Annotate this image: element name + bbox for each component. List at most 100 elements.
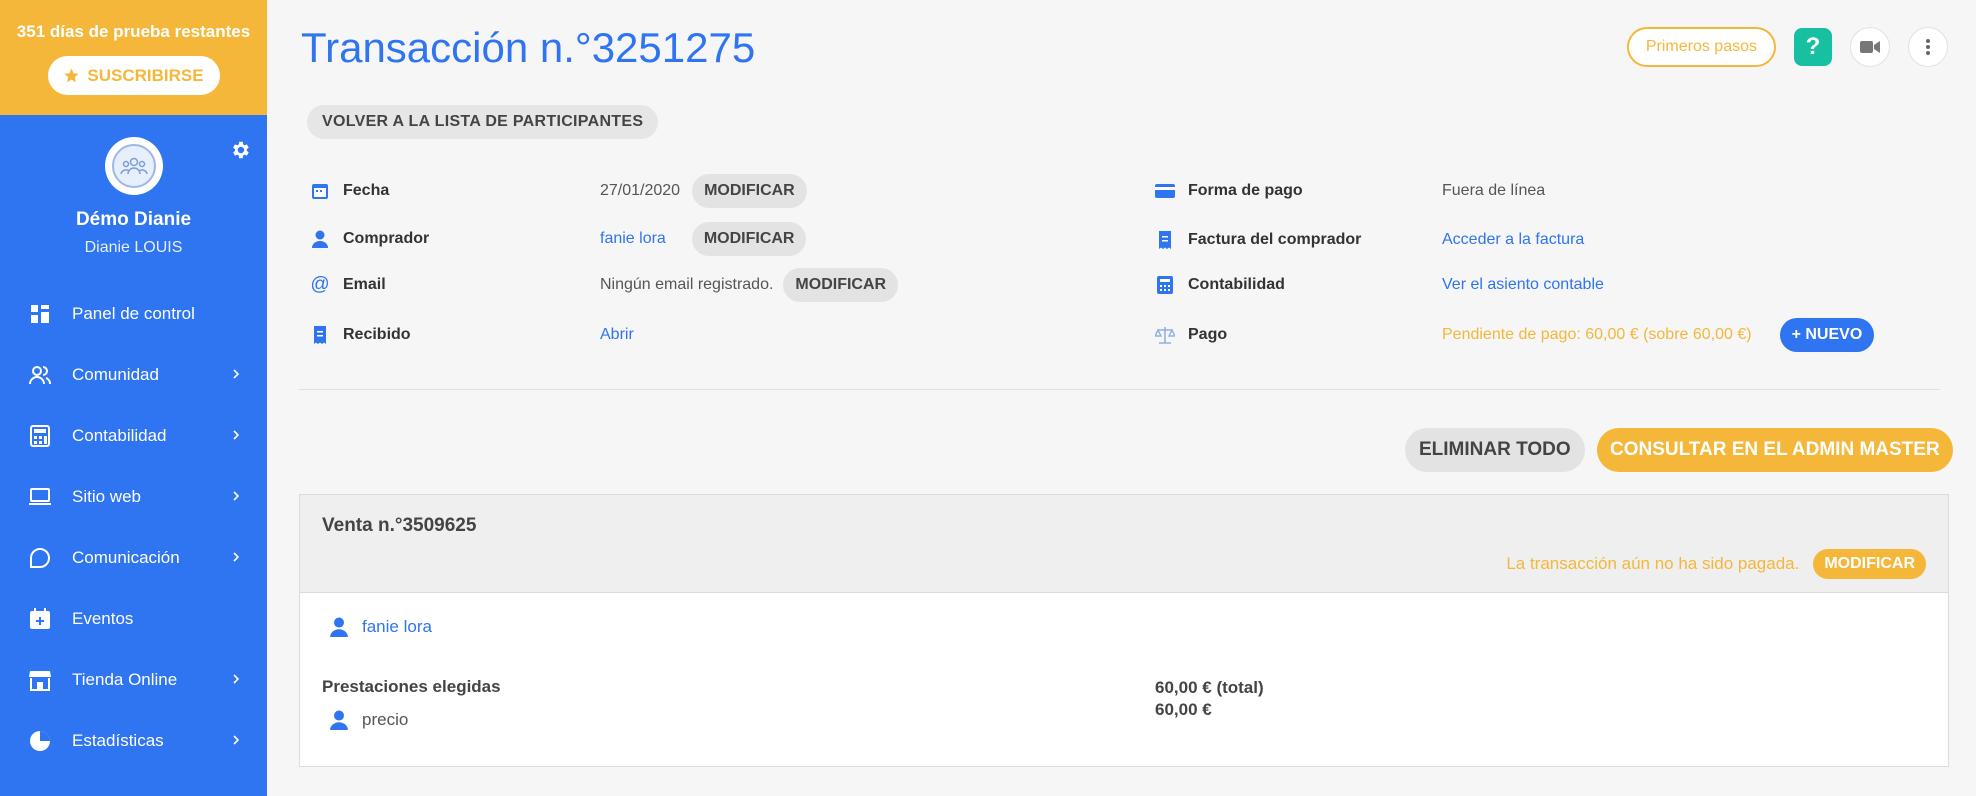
chevron-right-icon: [231, 731, 241, 751]
sidebar-item-label: Contabilidad: [72, 425, 167, 445]
email-value: Ningún email registrado.: [600, 276, 774, 293]
more-options-button[interactable]: [1908, 27, 1948, 67]
profile-name: Démo Dianie: [75, 209, 192, 230]
trial-days-text: 351 días de prueba restantes: [16, 22, 251, 41]
email-row: @ Email: [310, 267, 386, 303]
invoice-value-group: Acceder a la factura: [1442, 222, 1584, 258]
page-title: Transacción n.°3251275: [301, 24, 756, 71]
first-steps-button[interactable]: Primeros pasos: [1626, 27, 1776, 67]
open-receipt-link[interactable]: Abrir: [600, 326, 634, 344]
modify-email-button[interactable]: MODIFICAR: [783, 268, 899, 302]
calendar-icon: [310, 181, 330, 201]
sidebar-item-events[interactable]: Eventos: [0, 588, 267, 649]
accounting-label: Contabilidad: [1188, 276, 1285, 293]
buyer-label: Comprador: [343, 230, 430, 247]
profile-block: Démo Dianie Dianie LOUIS: [0, 115, 267, 283]
sidebar-item-label: Comunicación: [72, 547, 180, 567]
access-invoice-link[interactable]: Acceder a la factura: [1442, 231, 1584, 249]
buyer-link[interactable]: fanie lora: [600, 230, 666, 248]
email-value-group: Ningún email registrado. MODIFICAR: [600, 267, 899, 303]
invoice-icon: [1155, 230, 1175, 250]
sidebar-nav: Panel de control Comunidad Contabilidad …: [0, 283, 267, 771]
chevron-right-icon: [231, 670, 241, 690]
sidebar-item-store[interactable]: Tienda Online: [0, 649, 267, 710]
chevron-right-icon: [231, 548, 241, 568]
community-icon: [28, 363, 52, 387]
group-avatar-icon: [119, 157, 148, 175]
sale-buyer-link[interactable]: fanie lora: [362, 617, 432, 637]
sale-status-text: La transacción aún no ha sido pagada.: [1506, 554, 1800, 573]
video-button[interactable]: [1850, 27, 1890, 67]
calculator-icon: [28, 424, 52, 448]
help-button[interactable]: ?: [1794, 28, 1832, 66]
chat-icon: [28, 546, 52, 570]
payment-method-value-group: Fuera de línea: [1442, 173, 1545, 209]
service-item-label: precio: [362, 710, 409, 729]
sale-header: Venta n.°3509625 La transacción aún no h…: [300, 495, 1948, 593]
pie-chart-icon: [28, 729, 52, 753]
sidebar-item-label: Estadísticas: [72, 730, 164, 750]
sidebar-item-community[interactable]: Comunidad: [0, 344, 267, 405]
new-payment-button[interactable]: + NUEVO: [1779, 318, 1875, 352]
question-icon: ?: [1805, 33, 1821, 60]
accounting-row: Contabilidad: [1155, 267, 1285, 303]
date-label: Fecha: [343, 182, 390, 199]
sale-buyer: fanie lora: [330, 617, 432, 637]
sidebar-item-label: Comunidad: [72, 364, 159, 384]
date-value: 27/01/2020: [600, 182, 681, 199]
video-camera-icon: [1860, 41, 1880, 53]
invoice-label: Factura del comprador: [1188, 231, 1362, 248]
sidebar: 351 días de prueba restantes SUSCRIBIRSE…: [0, 0, 267, 796]
sidebar-item-dashboard[interactable]: Panel de control: [0, 283, 267, 344]
sidebar-item-statistics[interactable]: Estadísticas: [0, 710, 267, 771]
accounting-entry-link[interactable]: Ver el asiento contable: [1442, 276, 1604, 294]
sale-status: La transacción aún no ha sido pagada. MO…: [1506, 549, 1926, 579]
payment-row: Pago: [1155, 317, 1227, 353]
gear-icon[interactable]: [229, 139, 251, 166]
sidebar-item-accounting[interactable]: Contabilidad: [0, 405, 267, 466]
more-vertical-icon: [1926, 39, 1930, 55]
date-row: Fecha: [310, 173, 389, 209]
calculator-icon: [1155, 275, 1175, 295]
receipt-row: Recibido: [310, 317, 411, 353]
service-item: precio: [330, 710, 408, 730]
sidebar-item-website[interactable]: Sitio web: [0, 466, 267, 527]
invoice-row: Factura del comprador: [1155, 222, 1361, 258]
payment-pending-text: Pendiente de pago: 60,00 € (sobre 60,00 …: [1442, 326, 1752, 343]
chevron-right-icon: [231, 426, 241, 446]
payment-method-value: Fuera de línea: [1442, 182, 1546, 199]
sidebar-item-label: Tienda Online: [72, 669, 178, 689]
store-icon: [28, 668, 52, 692]
at-sign-icon: @: [310, 274, 330, 295]
total-amount: 60,00 € (total): [1155, 678, 1264, 697]
modify-date-button[interactable]: MODIFICAR: [692, 174, 807, 208]
user-icon: [330, 710, 348, 730]
delete-all-button[interactable]: ELIMINAR TODO: [1405, 428, 1585, 472]
sidebar-item-label: Eventos: [72, 608, 134, 628]
user-icon: [330, 617, 348, 637]
trial-banner: 351 días de prueba restantes SUSCRIBIRSE: [0, 0, 267, 115]
receipt-icon: [310, 325, 330, 345]
laptop-icon: [28, 485, 52, 509]
chevron-right-icon: [231, 487, 241, 507]
email-label: Email: [343, 276, 386, 293]
sidebar-item-communication[interactable]: Comunicación: [0, 527, 267, 588]
subscribe-label: SUSCRIBIRSE: [87, 65, 204, 85]
profile-username: Dianie LOUIS: [84, 239, 183, 256]
buyer-value-group: fanie lora MODIFICAR: [600, 221, 807, 257]
subscribe-button[interactable]: SUSCRIBIRSE: [47, 56, 220, 95]
main-content: Transacción n.°3251275 Primeros pasos ? …: [267, 0, 1976, 796]
services-label: Prestaciones elegidas: [322, 677, 501, 696]
item-price: 60,00 €: [1155, 700, 1212, 719]
back-to-participants-button[interactable]: VOLVER A LA LISTA DE PARTICIPANTES: [307, 105, 659, 139]
section-divider: [299, 389, 1940, 390]
avatar[interactable]: [104, 137, 163, 195]
consult-admin-master-button[interactable]: CONSULTAR EN EL ADMIN MASTER: [1597, 428, 1953, 472]
chevron-right-icon: [231, 365, 241, 385]
modify-sale-button[interactable]: MODIFICAR: [1813, 549, 1926, 579]
receipt-value-group: Abrir: [600, 317, 634, 353]
modify-buyer-button[interactable]: MODIFICAR: [691, 222, 807, 256]
sidebar-item-label: Panel de control: [72, 303, 195, 323]
user-icon: [310, 229, 330, 249]
totals: 60,00 € (total) 60,00 €: [1155, 677, 1264, 721]
